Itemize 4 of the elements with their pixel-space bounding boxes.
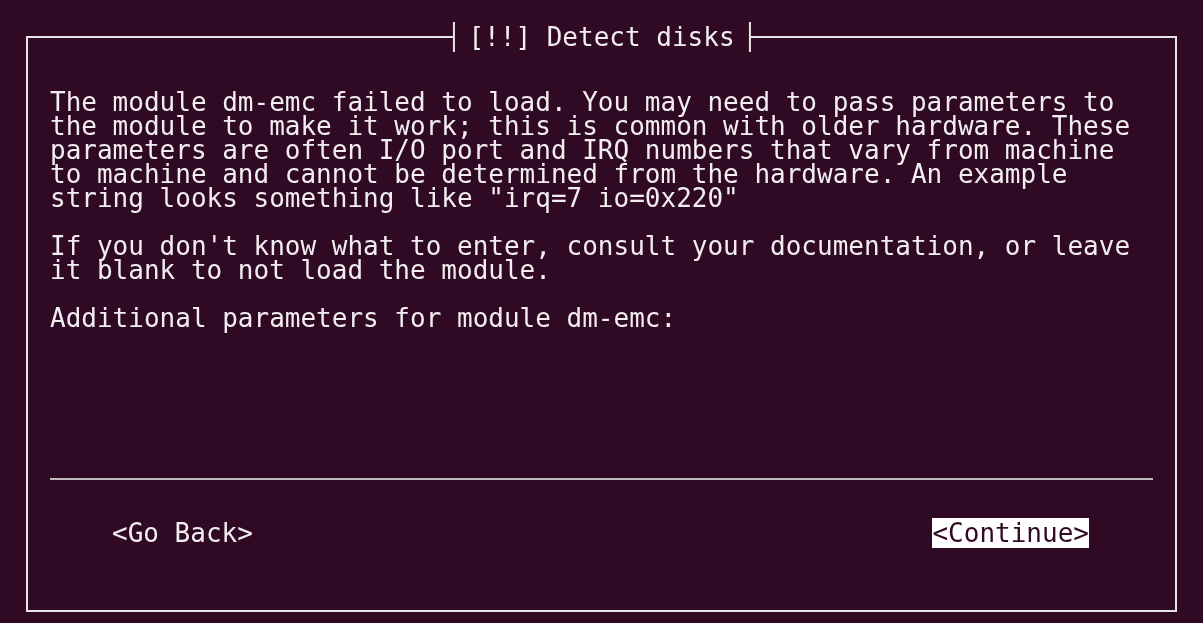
dialog-button[interactable]: <Continue>: [932, 518, 1089, 548]
dialog-title: [!!] Detect disks: [452, 22, 751, 52]
dialog-button[interactable]: <Go Back>: [112, 518, 253, 548]
dialog-text: If you don't know what to enter, consult your documentation, or leave it blank to not load the module.: [50, 234, 1131, 282]
